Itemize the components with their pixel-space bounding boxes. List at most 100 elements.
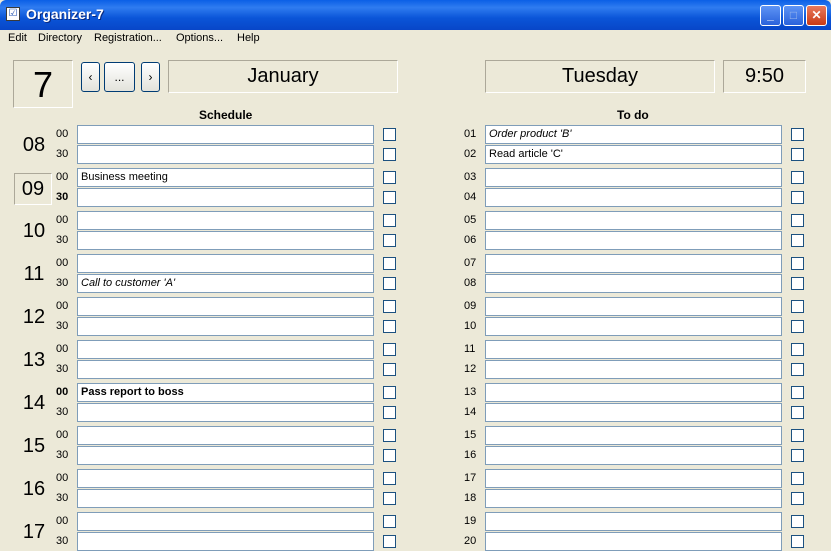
todo-checkbox[interactable] xyxy=(791,472,804,485)
todo-checkbox[interactable] xyxy=(791,429,804,442)
time-display: 9:50 xyxy=(723,60,806,93)
schedule-checkbox[interactable] xyxy=(383,148,396,161)
todo-checkbox[interactable] xyxy=(791,492,804,505)
schedule-checkbox[interactable] xyxy=(383,472,396,485)
todo-checkbox[interactable] xyxy=(791,406,804,419)
schedule-entry-field[interactable] xyxy=(77,403,374,422)
title-bar[interactable]: ☑ Organizer-7 _ □ ✕ xyxy=(0,0,831,30)
schedule-checkbox[interactable] xyxy=(383,300,396,313)
schedule-entry-field[interactable]: Business meeting xyxy=(77,168,374,187)
next-month-button[interactable]: › xyxy=(141,62,160,92)
schedule-entry-field[interactable] xyxy=(77,340,374,359)
todo-checkbox[interactable] xyxy=(791,148,804,161)
schedule-entry-field[interactable] xyxy=(77,231,374,250)
schedule-checkbox[interactable] xyxy=(383,257,396,270)
todo-entry-field[interactable] xyxy=(485,317,782,336)
todo-entry-field[interactable] xyxy=(485,188,782,207)
minute-label: 30 xyxy=(56,492,69,504)
todo-checkbox[interactable] xyxy=(791,214,804,227)
schedule-checkbox[interactable] xyxy=(383,492,396,505)
todo-entry-field[interactable] xyxy=(485,383,782,402)
todo-entry-field[interactable] xyxy=(485,469,782,488)
todo-entry-field[interactable] xyxy=(485,426,782,445)
menu-options[interactable]: Options... xyxy=(176,32,223,44)
schedule-entry-field[interactable] xyxy=(77,532,374,551)
todo-entry-field[interactable] xyxy=(485,446,782,465)
schedule-entry-field[interactable] xyxy=(77,125,374,144)
schedule-checkbox[interactable] xyxy=(383,343,396,356)
schedule-entry-field[interactable] xyxy=(77,469,374,488)
todo-entry-field[interactable] xyxy=(485,532,782,551)
todo-checkbox[interactable] xyxy=(791,449,804,462)
date-picker-button[interactable]: ... xyxy=(104,62,135,92)
todo-checkbox[interactable] xyxy=(791,343,804,356)
todo-checkbox[interactable] xyxy=(791,515,804,528)
todo-checkbox[interactable] xyxy=(791,257,804,270)
todo-entry-field[interactable] xyxy=(485,403,782,422)
todo-entry-field[interactable] xyxy=(485,512,782,531)
schedule-checkbox[interactable] xyxy=(383,535,396,548)
todo-checkbox[interactable] xyxy=(791,363,804,376)
todo-checkbox[interactable] xyxy=(791,535,804,548)
schedule-checkbox[interactable] xyxy=(383,234,396,247)
schedule-checkbox[interactable] xyxy=(383,386,396,399)
todo-checkbox[interactable] xyxy=(791,128,804,141)
schedule-entry-field[interactable] xyxy=(77,297,374,316)
schedule-entry-field[interactable] xyxy=(77,254,374,273)
menu-edit[interactable]: Edit xyxy=(8,32,27,44)
schedule-entry-field[interactable] xyxy=(77,317,374,336)
menu-registration[interactable]: Registration... xyxy=(94,32,162,44)
schedule-checkbox[interactable] xyxy=(383,171,396,184)
todo-checkbox[interactable] xyxy=(791,386,804,399)
todo-entry-field[interactable]: Order product 'B' xyxy=(485,125,782,144)
schedule-checkbox[interactable] xyxy=(383,449,396,462)
todo-checkbox[interactable] xyxy=(791,191,804,204)
todo-entry-field[interactable] xyxy=(485,274,782,293)
todo-checkbox[interactable] xyxy=(791,234,804,247)
menu-directory[interactable]: Directory xyxy=(38,32,82,44)
schedule-entry-field[interactable] xyxy=(77,188,374,207)
todo-checkbox[interactable] xyxy=(791,171,804,184)
schedule-entry-field[interactable] xyxy=(77,360,374,379)
todo-number: 16 xyxy=(464,449,477,461)
todo-entry-field[interactable] xyxy=(485,489,782,508)
todo-entry-field[interactable] xyxy=(485,254,782,273)
schedule-entry-field[interactable] xyxy=(77,426,374,445)
todo-entry-field[interactable] xyxy=(485,231,782,250)
schedule-entry-field[interactable] xyxy=(77,489,374,508)
schedule-checkbox[interactable] xyxy=(383,191,396,204)
close-button[interactable]: ✕ xyxy=(806,5,827,26)
todo-header: To do xyxy=(617,108,649,122)
schedule-checkbox[interactable] xyxy=(383,128,396,141)
schedule-checkbox[interactable] xyxy=(383,277,396,290)
schedule-entry-field[interactable]: Call to customer 'A' xyxy=(77,274,374,293)
todo-checkbox[interactable] xyxy=(791,277,804,290)
schedule-entry-field[interactable] xyxy=(77,446,374,465)
schedule-entry-field[interactable] xyxy=(77,512,374,531)
window-title: Organizer-7 xyxy=(26,6,104,22)
schedule-checkbox[interactable] xyxy=(383,515,396,528)
maximize-button[interactable]: □ xyxy=(783,5,804,26)
prev-month-button[interactable]: ‹ xyxy=(81,62,100,92)
todo-number: 02 xyxy=(464,148,477,160)
checklist-icon[interactable]: ☑ xyxy=(6,7,20,21)
schedule-checkbox[interactable] xyxy=(383,429,396,442)
todo-number: 17 xyxy=(464,472,477,484)
todo-checkbox[interactable] xyxy=(791,320,804,333)
todo-entry-field[interactable] xyxy=(485,297,782,316)
menu-help[interactable]: Help xyxy=(237,32,260,44)
todo-entry-field[interactable] xyxy=(485,211,782,230)
todo-entry-field[interactable]: Read article 'C' xyxy=(485,145,782,164)
schedule-entry-field[interactable]: Pass report to boss xyxy=(77,383,374,402)
schedule-entry-field[interactable] xyxy=(77,145,374,164)
schedule-checkbox[interactable] xyxy=(383,406,396,419)
todo-entry-field[interactable] xyxy=(485,340,782,359)
minimize-button[interactable]: _ xyxy=(760,5,781,26)
schedule-checkbox[interactable] xyxy=(383,320,396,333)
todo-entry-field[interactable] xyxy=(485,360,782,379)
schedule-entry-field[interactable] xyxy=(77,211,374,230)
schedule-checkbox[interactable] xyxy=(383,363,396,376)
todo-entry-field[interactable] xyxy=(485,168,782,187)
schedule-checkbox[interactable] xyxy=(383,214,396,227)
todo-checkbox[interactable] xyxy=(791,300,804,313)
